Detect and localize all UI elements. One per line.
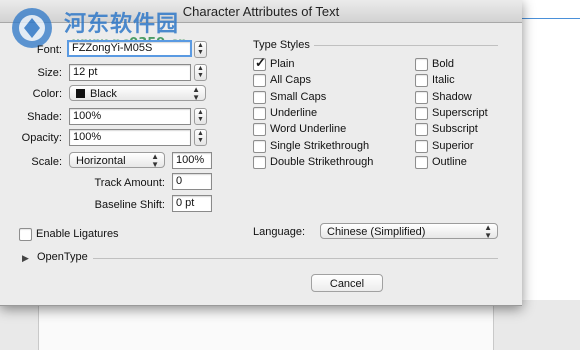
style-word-underline-label: Word Underline	[270, 123, 347, 135]
color-value: Black	[90, 88, 117, 100]
checkmark-icon: ✓	[255, 55, 266, 70]
style-outline-label: Outline	[432, 156, 467, 168]
track-amount-field[interactable]: 0	[172, 173, 212, 190]
track-amount-label: Track Amount:	[94, 177, 165, 189]
baseline-shift-field[interactable]: 0 pt	[172, 195, 212, 212]
cancel-button[interactable]: Cancel	[311, 274, 383, 292]
language-label: Language:	[253, 226, 305, 238]
style-superscript-checkbox[interactable]	[415, 107, 428, 120]
shade-menu-button[interactable]: ▲ ▼	[194, 108, 207, 125]
style-single-strikethrough-checkbox[interactable]	[253, 140, 266, 153]
style-bold-checkbox[interactable]	[415, 58, 428, 71]
style-bold-label: Bold	[432, 58, 455, 70]
style-shadow-checkbox[interactable]	[415, 91, 428, 104]
style-all-caps-checkbox[interactable]	[253, 74, 266, 87]
font-field[interactable]: FZZongYi-M05S	[67, 40, 192, 57]
opacity-field[interactable]: 100%	[69, 129, 191, 146]
opentype-disclosure-triangle-icon[interactable]: ▶	[22, 253, 29, 264]
opacity-menu-button[interactable]: ▲ ▼	[194, 129, 207, 146]
language-popup[interactable]: Chinese (Simplified) ▲ ▼	[320, 223, 498, 240]
shade-field[interactable]: 100%	[69, 108, 191, 125]
style-superscript-label: Superscript	[432, 107, 488, 119]
style-all-caps-label: All Caps	[270, 74, 311, 86]
style-plain-label: Plain	[270, 58, 295, 70]
style-small-caps-checkbox[interactable]	[253, 91, 266, 104]
font-menu-button[interactable]: ▲ ▼	[194, 41, 207, 58]
color-label: Color:	[32, 88, 62, 100]
style-small-caps-label: Small Caps	[270, 91, 327, 103]
size-field[interactable]: 12 pt	[69, 64, 191, 81]
baseline-shift-label: Baseline Shift:	[94, 199, 165, 211]
style-double-strikethrough-checkbox[interactable]	[253, 156, 266, 169]
background-document-page	[38, 300, 494, 350]
enable-ligatures-checkbox[interactable]	[19, 228, 32, 241]
size-menu-button[interactable]: ▲ ▼	[194, 64, 207, 81]
style-italic-checkbox[interactable]	[415, 74, 428, 87]
style-underline-label: Underline	[270, 107, 318, 119]
color-swatch	[76, 89, 85, 98]
font-label: Font:	[36, 44, 62, 56]
style-plain-checkbox[interactable]: ✓	[253, 55, 266, 71]
style-subscript-label: Subscript	[432, 123, 478, 135]
style-single-strikethrough-label: Single Strikethrough	[270, 140, 370, 152]
type-styles-heading: Type Styles	[253, 39, 310, 51]
style-word-underline-checkbox[interactable]	[253, 123, 266, 136]
background-accent-line	[522, 18, 580, 19]
enable-ligatures-label: Enable Ligatures	[36, 228, 119, 240]
scale-mode-popup[interactable]: Horizontal ▲ ▼	[69, 152, 165, 169]
color-popup[interactable]: Black ▲ ▼	[69, 85, 206, 102]
style-superior-label: Superior	[432, 140, 474, 152]
style-italic-label: Italic	[432, 74, 455, 86]
popup-arrows-icon: ▲ ▼	[484, 223, 492, 240]
language-value: Chinese (Simplified)	[327, 226, 426, 238]
style-shadow-label: Shadow	[432, 91, 472, 103]
popup-arrows-icon: ▲ ▼	[151, 152, 159, 169]
type-styles-divider	[314, 45, 498, 46]
opacity-label: Opacity:	[21, 132, 62, 144]
watermark-title: 河东软件园	[64, 12, 180, 37]
shade-label: Shade:	[27, 111, 62, 123]
style-double-strikethrough-label: Double Strikethrough	[270, 156, 374, 168]
popup-arrows-icon: ▲ ▼	[192, 85, 200, 102]
style-subscript-checkbox[interactable]	[415, 123, 428, 136]
opentype-divider	[93, 258, 498, 259]
style-superior-checkbox[interactable]	[415, 140, 428, 153]
opentype-label: OpenType	[37, 251, 88, 263]
scale-label: Scale:	[31, 156, 62, 168]
scale-mode-value: Horizontal	[76, 155, 126, 167]
style-underline-checkbox[interactable]	[253, 107, 266, 120]
size-label: Size:	[37, 67, 62, 79]
character-attributes-dialog: Character Attributes of Text 河东软件园 www.p…	[0, 0, 522, 306]
scale-field[interactable]: 100%	[172, 152, 212, 169]
style-outline-checkbox[interactable]	[415, 156, 428, 169]
